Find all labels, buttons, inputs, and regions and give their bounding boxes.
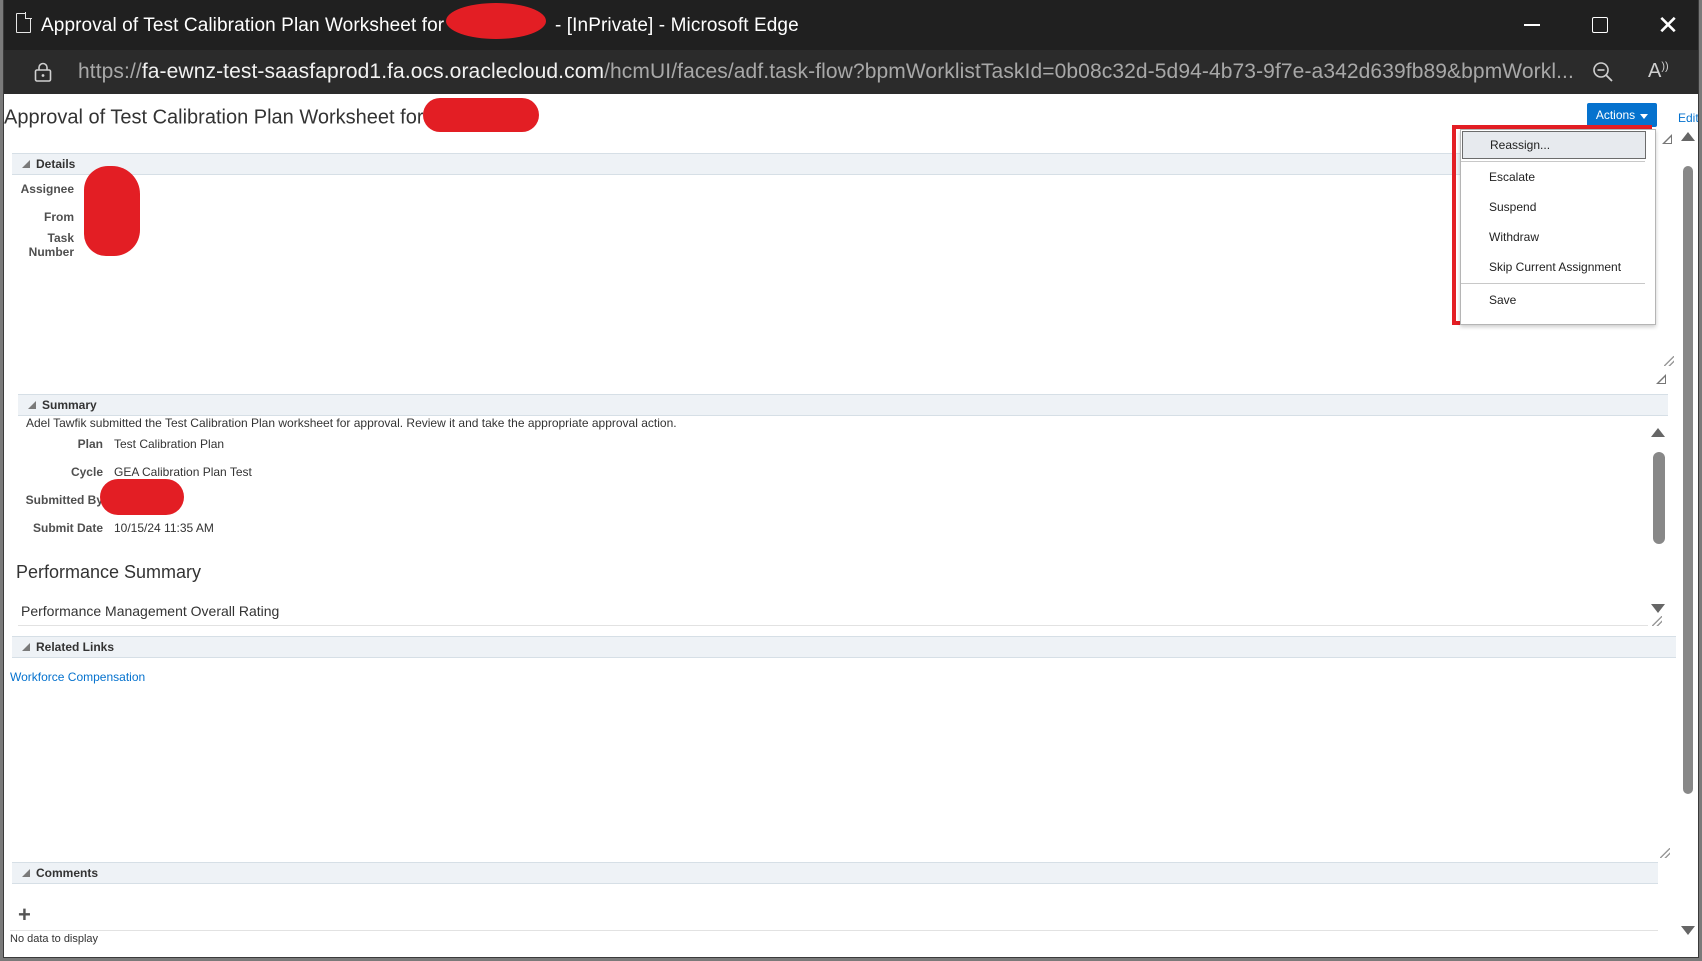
url-scheme: https:// [78, 60, 142, 83]
page-title-text: Approval of Test Calibration Plan Worksh… [4, 106, 424, 129]
minimize-icon [1524, 24, 1540, 26]
close-icon: ✕ [1657, 10, 1679, 40]
document-icon [16, 12, 32, 33]
details-header-label: Details [36, 157, 76, 171]
submit-date-value: 10/15/24 11:35 AM [114, 521, 214, 535]
close-button[interactable]: ✕ [1634, 0, 1698, 50]
task-number-label-1: Task [47, 231, 74, 245]
cycle-value: GEA Calibration Plan Test [114, 465, 252, 479]
collapse-triangle-icon [22, 869, 30, 877]
resize-corner-icon[interactable] [1656, 374, 1666, 384]
from-label: From [44, 210, 74, 224]
redaction-mark [445, 3, 546, 39]
assignee-label: Assignee [20, 182, 74, 196]
submitted-by-label: Submitted By [25, 493, 103, 507]
maximize-button[interactable] [1566, 0, 1634, 50]
menu-separator [1461, 283, 1645, 284]
redaction-mark [84, 166, 140, 256]
window-title-suffix: - [InPrivate] - Microsoft Edge [554, 15, 799, 37]
actions-label: Actions [1595, 108, 1636, 122]
workforce-compensation-link[interactable]: Workforce Compensation [10, 670, 145, 684]
zoom-out-icon[interactable] [1591, 60, 1615, 84]
resize-grip-icon[interactable] [1664, 356, 1674, 366]
submit-date-label: Submit Date [32, 521, 103, 535]
plan-value: Test Calibration Plan [114, 437, 225, 451]
page-scrollbar-thumb[interactable] [1683, 166, 1693, 794]
window-title-prefix: Approval of Test Calibration Plan Worksh… [41, 15, 445, 37]
menu-item-escalate[interactable]: Escalate [1462, 163, 1646, 191]
summary-header-label: Summary [42, 398, 97, 412]
summary-scrollbar-thumb[interactable] [1653, 452, 1665, 544]
url-path: /hcmUI/faces/adf.task-flow?bpmWorklistTa… [604, 60, 1574, 83]
cycle-label: Cycle [70, 465, 103, 479]
actions-button[interactable]: Actions [1587, 103, 1657, 127]
related-links-header-label: Related Links [36, 640, 115, 654]
menu-item-reassign[interactable]: Reassign... [1462, 131, 1646, 159]
menu-item-skip-current-assignment[interactable]: Skip Current Assignment [1462, 253, 1646, 281]
collapse-triangle-icon [28, 401, 36, 409]
url-text[interactable]: https://fa-ewnz-test-saasfaprod1.fa.ocs.… [78, 60, 1574, 84]
comments-header-label: Comments [36, 866, 99, 880]
menu-item-suspend[interactable]: Suspend [1462, 193, 1646, 221]
title-bar: Approval of Test Calibration Plan Worksh… [4, 0, 1698, 50]
edit-link[interactable]: Edit [1678, 111, 1698, 125]
url-host: fa-ewnz-test-saasfaprod1.fa.ocs.oraclecl… [141, 60, 605, 83]
performance-rating-label: Performance Management Overall Rating [21, 603, 280, 619]
comments-header[interactable]: Comments [12, 862, 1658, 884]
read-aloud-icon[interactable]: A)) [1648, 60, 1669, 83]
caret-down-icon [1640, 113, 1649, 119]
page-title: Approval of Test Calibration Plan Worksh… [4, 98, 540, 132]
page-scroll-down-icon[interactable] [1681, 926, 1695, 935]
redaction-mark [100, 479, 184, 515]
address-bar[interactable]: https://fa-ewnz-test-saasfaprod1.fa.ocs.… [4, 50, 1698, 94]
summary-description: Adel Tawfik submitted the Test Calibrati… [26, 416, 677, 430]
resize-grip-icon[interactable] [1660, 848, 1670, 858]
performance-summary-title: Performance Summary [16, 562, 202, 582]
divider [18, 625, 1648, 626]
comments-empty-text: No data to display [10, 933, 99, 945]
plan-label: Plan [77, 437, 103, 451]
page-scroll-up-icon[interactable] [1681, 132, 1695, 141]
resize-corner-icon[interactable] [1662, 134, 1672, 144]
actions-menu: Reassign... Escalate Suspend Withdraw Sk… [1460, 129, 1656, 325]
add-comment-icon[interactable]: + [18, 902, 31, 928]
collapse-triangle-icon [22, 643, 30, 651]
details-header[interactable]: Details [12, 153, 1652, 175]
related-links-header[interactable]: Related Links [12, 636, 1676, 658]
menu-item-save[interactable]: Save [1462, 286, 1646, 314]
divider [10, 930, 1658, 931]
redaction-mark [423, 98, 540, 132]
lock-icon[interactable] [34, 62, 52, 82]
minimize-button[interactable] [1498, 0, 1566, 50]
collapse-triangle-icon [22, 160, 30, 168]
menu-separator [1461, 161, 1645, 162]
task-number-label-2: Number [28, 245, 74, 259]
resize-grip-icon[interactable] [1652, 616, 1662, 626]
summary-header[interactable]: Summary [18, 394, 1668, 416]
window-title: Approval of Test Calibration Plan Worksh… [41, 3, 799, 39]
scroll-up-icon[interactable] [1651, 428, 1665, 437]
menu-item-withdraw[interactable]: Withdraw [1462, 223, 1646, 251]
maximize-icon [1592, 17, 1608, 33]
scroll-down-icon[interactable] [1651, 604, 1665, 613]
task-page: Approval of Test Calibration Plan Worksh… [4, 94, 1698, 957]
browser-window: Approval of Test Calibration Plan Worksh… [4, 0, 1698, 957]
